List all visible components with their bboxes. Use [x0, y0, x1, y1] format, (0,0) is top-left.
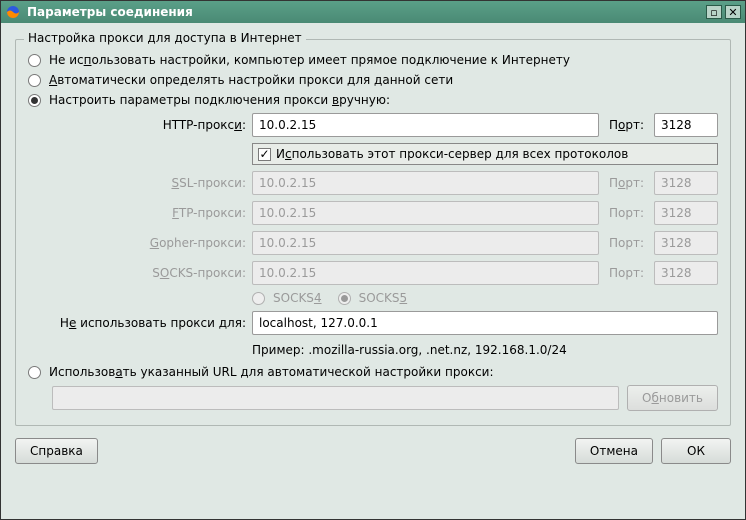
ssl-proxy-label: SSL-прокси: — [28, 176, 246, 190]
http-proxy-label: HTTP-прокси: — [28, 118, 246, 132]
no-proxy-input[interactable] — [252, 311, 718, 335]
use-for-all-checkbox[interactable]: Использовать этот прокси-сервер для всех… — [252, 143, 718, 165]
socks-proxy-port — [654, 261, 718, 285]
ssl-port-label: Порт: — [605, 176, 648, 190]
auto-url-input — [52, 386, 619, 410]
checkbox-icon — [258, 148, 271, 161]
no-proxy-label: Не использовать прокси для: — [28, 316, 246, 330]
window-title: Параметры соединения — [27, 5, 703, 19]
ftp-proxy-host — [252, 201, 599, 225]
radio-icon — [28, 366, 41, 379]
radio-icon — [252, 292, 265, 305]
ssl-proxy-host — [252, 171, 599, 195]
no-proxy-hint: Пример: .mozilla-russia.org, .net.nz, 19… — [252, 343, 718, 357]
radio-auto-detect[interactable]: Автоматически определять настройки прокс… — [28, 73, 718, 87]
proxy-groupbox: Настройка прокси для доступа в Интернет … — [15, 39, 731, 426]
cancel-button[interactable]: Отмена — [575, 438, 653, 464]
http-port-label: Порт: — [605, 118, 648, 132]
ssl-proxy-port — [654, 171, 718, 195]
checkbox-label: Использовать этот прокси-сервер для всех… — [276, 147, 628, 161]
auto-url-row: Обновить — [52, 385, 718, 411]
radio-label: Использовать указанный URL для автоматич… — [49, 365, 494, 379]
radio-icon — [28, 54, 41, 67]
groupbox-legend: Настройка прокси для доступа в Интернет — [24, 31, 306, 45]
help-button[interactable]: Справка — [15, 438, 98, 464]
content: Настройка прокси для доступа в Интернет … — [1, 23, 745, 426]
refresh-button: Обновить — [627, 385, 718, 411]
radio-label: Не использовать настройки, компьютер име… — [49, 53, 570, 67]
ftp-proxy-port — [654, 201, 718, 225]
gopher-proxy-host — [252, 231, 599, 255]
socks-proxy-label: SOCKS-прокси: — [28, 266, 246, 280]
radio-auto-url[interactable]: Использовать указанный URL для автоматич… — [28, 365, 718, 379]
close-button[interactable]: ✕ — [725, 5, 741, 19]
http-proxy-port[interactable] — [654, 113, 718, 137]
gopher-port-label: Порт: — [605, 236, 648, 250]
maximize-button[interactable]: ▫ — [706, 5, 722, 19]
radio-socks5: SOCKS 5 — [338, 291, 408, 305]
radio-icon — [338, 292, 351, 305]
radio-label: Настроить параметры подключения прокси в… — [49, 93, 390, 107]
radio-socks4: SOCKS 4 — [252, 291, 322, 305]
radio-icon — [28, 94, 41, 107]
ftp-port-label: Порт: — [605, 206, 648, 220]
dialog-buttons: Справка Отмена ОК — [1, 426, 745, 476]
socks-version-row: SOCKS 4 SOCKS 5 — [252, 291, 718, 305]
radio-manual[interactable]: Настроить параметры подключения прокси в… — [28, 93, 718, 107]
radio-no-proxy[interactable]: Не использовать настройки, компьютер име… — [28, 53, 718, 67]
window: Параметры соединения ▫ ✕ Настройка прокс… — [0, 0, 746, 520]
socks-port-label: Порт: — [605, 266, 648, 280]
titlebar: Параметры соединения ▫ ✕ — [1, 1, 745, 23]
socks-proxy-host — [252, 261, 599, 285]
radio-icon — [28, 74, 41, 87]
proxy-form: HTTP-прокси: Порт: Использовать этот про… — [28, 113, 718, 357]
app-icon — [5, 4, 21, 20]
radio-label: Автоматически определять настройки прокс… — [49, 73, 453, 87]
gopher-proxy-port — [654, 231, 718, 255]
ok-button[interactable]: ОК — [661, 438, 731, 464]
gopher-proxy-label: Gopher-прокси: — [28, 236, 246, 250]
ftp-proxy-label: FTP-прокси: — [28, 206, 246, 220]
http-proxy-host[interactable] — [252, 113, 599, 137]
